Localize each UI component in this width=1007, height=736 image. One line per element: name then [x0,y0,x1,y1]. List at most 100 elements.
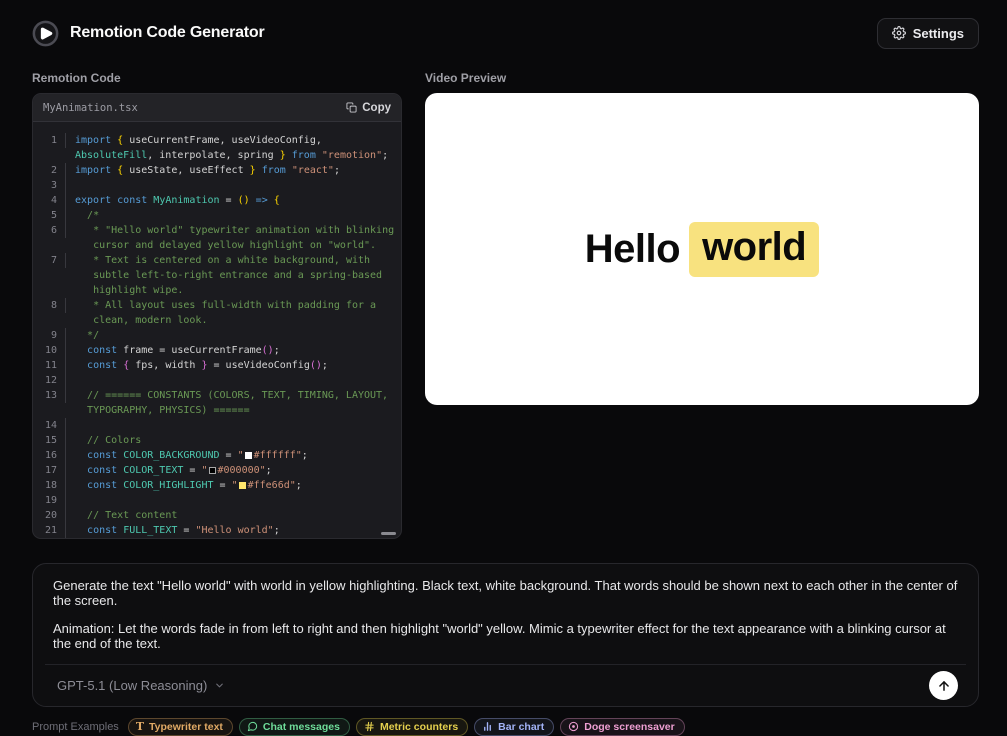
code-line-content: // Colors [66,433,401,448]
code-line: 9*/ [33,328,401,343]
code-line: 19 [33,493,401,508]
line-number: 7 [33,253,66,268]
line-number: 10 [33,343,66,358]
color-swatch [239,482,246,489]
line-number: 3 [33,178,66,193]
color-swatch [245,452,252,459]
code-line: 3 [33,178,401,193]
code-line: 15// Colors [33,433,401,448]
typewriter-icon: T [136,721,144,732]
code-line: 21const FULL_TEXT = "Hello world"; [33,523,401,538]
code-line: 13// ====== CONSTANTS (COLORS, TEXT, TIM… [33,388,401,418]
example-pill-label: Metric counters [380,721,458,733]
code-line-content: const { fps, width } = useVideoConfig(); [66,358,401,373]
code-line-content: import { useCurrentFrame, useVideoConfig… [66,133,401,163]
line-number: 15 [33,433,66,448]
model-selector[interactable]: GPT-5.1 (Low Reasoning) [53,678,229,693]
code-filename: MyAnimation.tsx [43,102,138,114]
line-number: 12 [33,373,66,388]
bar-chart-icon [482,721,493,732]
code-line: 5/* [33,208,401,223]
app: { "header": { "title": "Remotion Code Ge… [0,0,1007,720]
page-title: Remotion Code Generator [70,24,265,42]
preview-word-highlighted: world [689,222,819,277]
prompt-composer: Generate the text "Hello world" with wor… [32,563,979,707]
code-line: 20// Text content [33,508,401,523]
prompt-input[interactable]: Generate the text "Hello world" with wor… [53,578,958,651]
color-swatch [209,467,216,474]
example-pill-metric-counters[interactable]: Metric counters [356,718,468,736]
chat-icon [247,721,258,732]
line-number: 20 [33,508,66,523]
code-line: 8* All layout uses full-width with paddi… [33,298,401,328]
example-pill-typewriter-text[interactable]: T Typewriter text [128,718,233,736]
code-line: 12 [33,373,401,388]
composer-footer: GPT-5.1 (Low Reasoning) [45,664,966,706]
section-labels: Remotion Code Video Preview [32,71,979,85]
code-line: 1import { useCurrentFrame, useVideoConfi… [33,133,401,163]
code-line-content: // ====== CONSTANTS (COLORS, TEXT, TIMIN… [66,388,401,418]
pill-list: T Typewriter text Chat messages Metric coun… [128,718,685,736]
code-line: 17const COLOR_TEXT = "#000000"; [33,463,401,478]
code-line: 10const frame = useCurrentFrame(); [33,343,401,358]
line-number: 1 [33,133,66,148]
hash-icon [364,721,375,732]
code-line: 6* "Hello world" typewriter animation wi… [33,223,401,253]
settings-label: Settings [913,26,964,41]
send-button[interactable] [929,671,958,700]
code-line-content: */ [66,328,401,343]
code-section-label: Remotion Code [32,71,402,85]
line-number: 14 [33,418,66,433]
code-line-content: const COLOR_HIGHLIGHT = "#ffe66d"; [66,478,401,493]
preview-text: Hello world [585,222,819,277]
line-number: 21 [33,523,66,538]
code-lines[interactable]: 1import { useCurrentFrame, useVideoConfi… [33,122,401,539]
code-line-content: * Text is centered on a white background… [66,253,401,298]
line-number: 18 [33,478,66,493]
code-line-content: * "Hello world" typewriter animation wit… [66,223,401,253]
code-line: 16const COLOR_BACKGROUND = "#ffffff"; [33,448,401,463]
example-pill-label: Typewriter text [149,721,223,733]
remotion-logo-icon [32,20,59,47]
example-pill-doge-screensaver[interactable]: Doge screensaver [560,718,684,736]
gear-icon [892,26,906,40]
example-pill-bar-chart[interactable]: Bar chart [474,718,554,736]
code-line-content: export const MyAnimation = () => { [66,193,401,208]
code-line-content: const FULL_TEXT = "Hello world"; [66,523,401,538]
example-pill-label: Doge screensaver [584,721,674,733]
copy-label: Copy [362,102,391,114]
horizontal-scrollbar-thumb[interactable] [381,532,396,535]
code-line: 14 [33,418,401,433]
chevron-down-icon [214,680,225,691]
main-panels: MyAnimation.tsx Copy 1import { useCurren… [32,93,979,539]
copy-button[interactable]: Copy [346,102,391,114]
line-number: 19 [33,493,66,508]
example-pill-chat-messages[interactable]: Chat messages [239,718,350,736]
preview-word-plain: Hello [585,227,680,272]
example-pill-label: Bar chart [498,721,544,733]
code-line-content: // Text content [66,508,401,523]
line-number: 9 [33,328,66,343]
code-line: 18const COLOR_HIGHLIGHT = "#ffe66d"; [33,478,401,493]
line-number: 5 [33,208,66,223]
example-pill-label: Chat messages [263,721,340,733]
video-preview: Hello world [425,93,979,405]
prompt-paragraph-1: Generate the text "Hello world" with wor… [53,578,958,608]
code-line: 4export const MyAnimation = () => { [33,193,401,208]
code-editor-header: MyAnimation.tsx Copy [33,94,401,122]
code-line-content: /* [66,208,401,223]
prompt-examples-label: Prompt Examples [32,721,119,733]
target-icon [568,721,579,732]
code-line: 7* Text is centered on a white backgroun… [33,253,401,298]
line-number: 16 [33,448,66,463]
settings-button[interactable]: Settings [877,18,979,49]
line-number: 13 [33,388,66,403]
code-line-content: const COLOR_BACKGROUND = "#ffffff"; [66,448,401,463]
arrow-up-icon [937,679,951,693]
line-number: 6 [33,223,66,238]
code-line-content: * All layout uses full-width with paddin… [66,298,401,328]
code-line-content: const frame = useCurrentFrame(); [66,343,401,358]
code-line: 11const { fps, width } = useVideoConfig(… [33,358,401,373]
prompt-examples-bar: Prompt Examples T Typewriter text Chat mes… [32,718,979,736]
code-editor-panel: MyAnimation.tsx Copy 1import { useCurren… [32,93,402,539]
